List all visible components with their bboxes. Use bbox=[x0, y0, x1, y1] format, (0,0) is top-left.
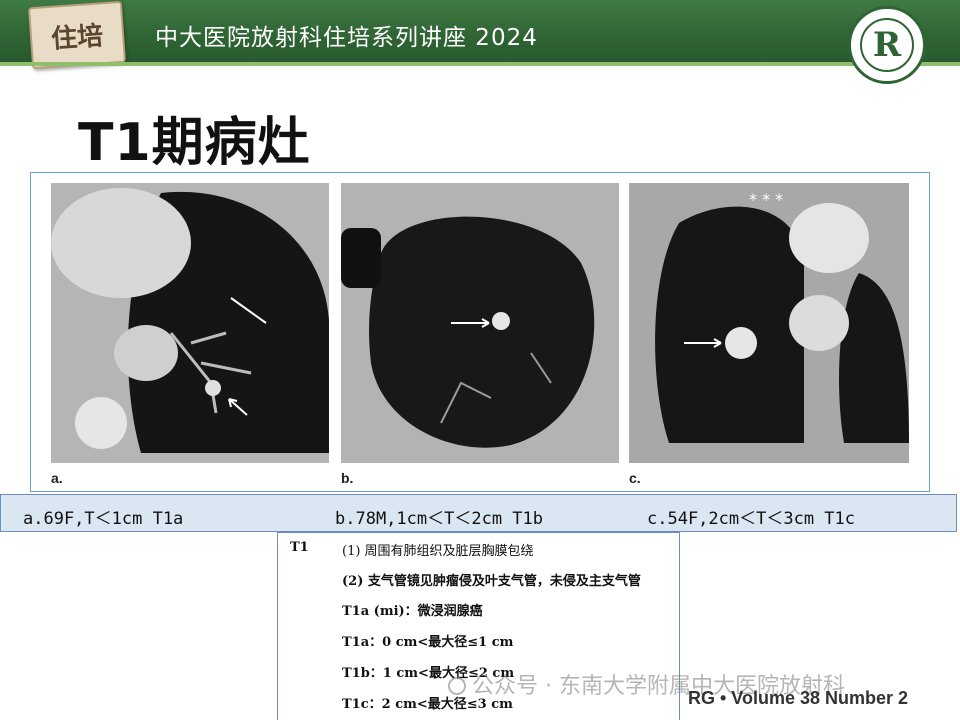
stamp-text: 住培 bbox=[50, 20, 105, 55]
caption-bar: a.69F,T＜1cm T1a b.78M,1cm＜T＜2cm T1b c.54… bbox=[0, 494, 957, 532]
ct-image-c: * * * bbox=[629, 183, 909, 463]
hospital-logo: R bbox=[848, 6, 926, 84]
ct-image-b bbox=[341, 183, 619, 463]
header-divider bbox=[0, 62, 960, 66]
asterisk-marks: * * * bbox=[749, 190, 783, 209]
wechat-icon bbox=[448, 677, 466, 695]
ct-image-a bbox=[51, 183, 329, 463]
slide-title: T1期病灶 bbox=[78, 113, 311, 173]
program-stamp-logo: 住培 bbox=[27, 0, 127, 70]
table-label: T1 bbox=[290, 540, 309, 555]
table-row: (2) 支气管镜见肿瘤侵及叶支气管，未侵及主支气管 bbox=[342, 574, 641, 589]
panel-letter-c: c. bbox=[629, 470, 641, 486]
header-title: 中大医院放射科住培系列讲座 2024 bbox=[155, 25, 538, 51]
header-bar: 住培 中大医院放射科住培系列讲座 2024 bbox=[0, 0, 960, 70]
table-row: T1a (mi)：微浸润腺癌 bbox=[342, 604, 483, 619]
panel-letter-a: a. bbox=[51, 470, 63, 486]
caption-c: c.54F,2cm＜T＜3cm T1c bbox=[647, 509, 855, 529]
panel-letter-b: b. bbox=[341, 470, 354, 486]
ct-figure-panel: a. b. * * * c. bbox=[30, 172, 930, 492]
logo-letter: R bbox=[872, 25, 902, 65]
logo-emblem: R bbox=[860, 18, 914, 72]
journal-reference: RG • Volume 38 Number 2 bbox=[688, 688, 909, 708]
table-row: T1a：0 cm<最大径≤1 cm bbox=[342, 635, 514, 650]
table-row: (1) 周围有肺组织及脏层胸膜包绕 bbox=[342, 544, 534, 559]
caption-a: a.69F,T＜1cm T1a bbox=[23, 509, 184, 529]
caption-b: b.78M,1cm＜T＜2cm T1b bbox=[335, 509, 543, 529]
